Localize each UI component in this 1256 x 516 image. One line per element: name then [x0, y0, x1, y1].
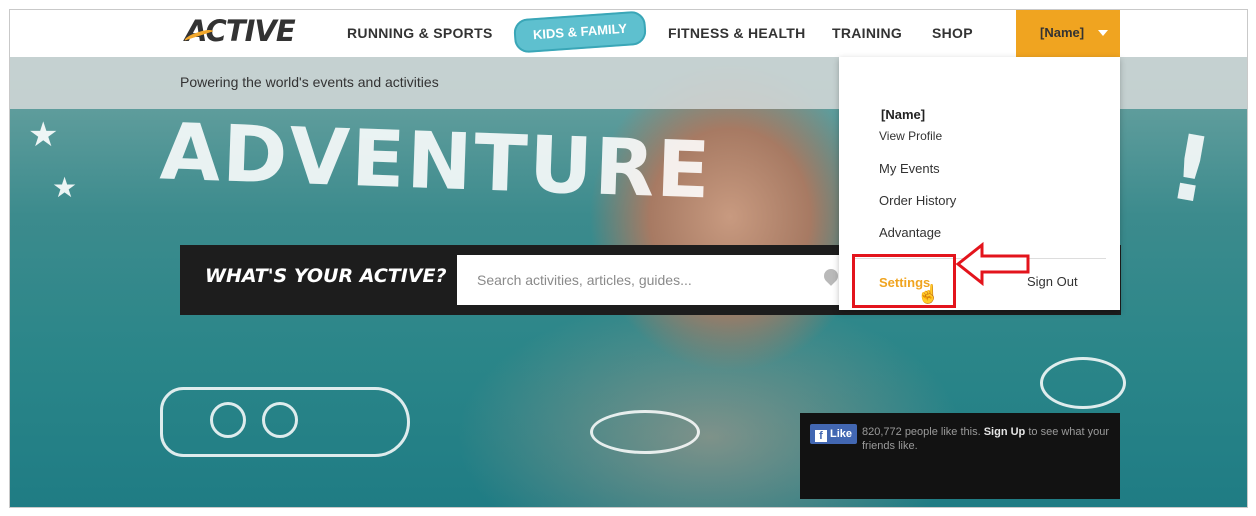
- nav-shop[interactable]: SHOP: [932, 25, 973, 41]
- menu-order-history[interactable]: Order History: [879, 193, 956, 208]
- star-icon: ★: [52, 172, 78, 203]
- nav-fitness-health[interactable]: FITNESS & HEALTH: [668, 25, 806, 41]
- nav-kids-family[interactable]: KIDS & FAMILY: [512, 10, 648, 54]
- fish-doodle: [590, 410, 700, 454]
- tagline: Powering the world's events and activiti…: [180, 74, 439, 90]
- facebook-like-text: 820,772 people like this. Sign Up to see…: [862, 425, 1112, 453]
- facebook-signup-link[interactable]: Sign Up: [984, 426, 1026, 438]
- facebook-count-text: 820,772 people like this.: [862, 426, 981, 438]
- menu-user-name: [Name]: [881, 107, 926, 122]
- nav-training[interactable]: TRAINING: [832, 25, 902, 41]
- hero-exclamation: !: [1161, 114, 1220, 225]
- menu-sign-out[interactable]: Sign Out: [1027, 274, 1078, 289]
- star-icon: ★: [28, 116, 59, 154]
- nav-running-sports[interactable]: RUNNING & SPORTS: [347, 25, 493, 41]
- site-header: ACTIVE RUNNING & SPORTS KIDS & FAMILY FI…: [10, 10, 1247, 57]
- annotation-arrow-icon: [956, 242, 1030, 286]
- menu-advantage[interactable]: Advantage: [879, 225, 941, 240]
- menu-view-profile[interactable]: View Profile: [879, 129, 942, 143]
- facebook-like-label: Like: [830, 428, 853, 440]
- porthole-doodle: [262, 402, 298, 438]
- search-label: WHAT'S YOUR ACTIVE?: [205, 265, 447, 287]
- turtle-doodle: [1040, 357, 1126, 409]
- annotation-highlight-box: [852, 254, 956, 308]
- hero-headline: ADVENTURE: [158, 107, 714, 217]
- browser-viewport: Powering the world's events and activiti…: [9, 9, 1248, 508]
- search-input[interactable]: [457, 255, 841, 305]
- chevron-down-icon[interactable]: [1098, 30, 1108, 36]
- facebook-like-box: f Like 820,772 people like this. Sign Up …: [800, 413, 1120, 499]
- facebook-icon: f: [815, 430, 827, 442]
- hand-cursor-icon: ☝: [917, 284, 940, 304]
- menu-my-events[interactable]: My Events: [879, 161, 940, 176]
- porthole-doodle: [210, 402, 246, 438]
- facebook-like-button[interactable]: f Like: [810, 424, 857, 444]
